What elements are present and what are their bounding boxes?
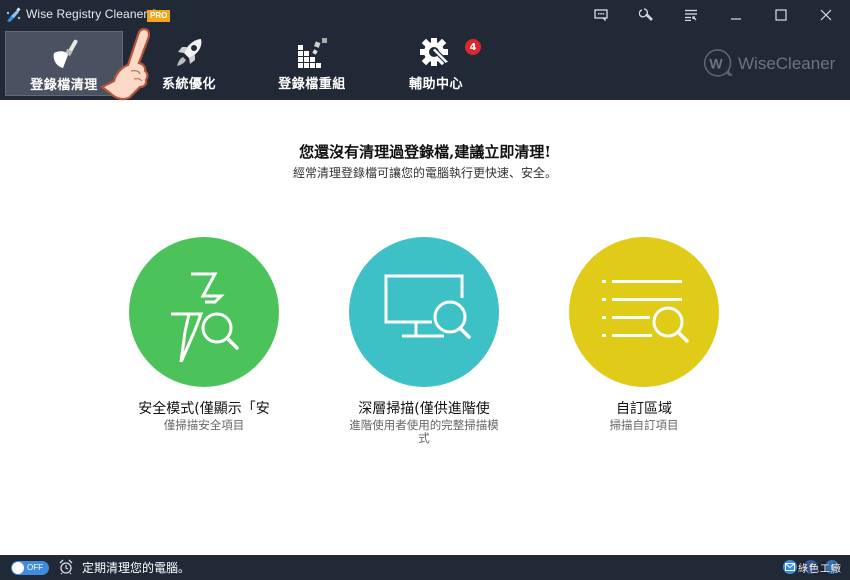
mail-icon [785,563,795,571]
option-description: 進階使用者使用的完整掃描模式 [349,418,499,445]
safe-mode-option[interactable]: 安全模式(僅顯示「安 僅掃描安全項目 [109,237,299,432]
tab-label: 登錄檔清理 [30,78,98,93]
app-logo-icon [6,7,21,22]
app-title: Wise Registry Cleaner 9 [26,7,158,21]
page-headline: 您還沒有清理過登錄檔,建議立即清理! [299,143,551,161]
option-title: 自訂區域 [616,401,672,417]
custom-area-option[interactable]: 自訂區域 掃描自訂項目 [549,237,739,432]
title-bar: Wise Registry Cleaner 9 PRO 登錄檔清理 系統優化 登… [0,0,850,100]
minimize-button[interactable] [722,3,750,27]
minimize-icon [731,18,741,20]
settings-wrench-icon [639,8,653,21]
custom-area-button[interactable] [569,237,719,387]
settings-button[interactable] [632,3,660,27]
deep-scan-button[interactable] [349,237,499,387]
watermark-text: 綠色工廠 [798,564,842,575]
tab-label: 輔助中心 [408,77,463,92]
close-button[interactable] [812,3,840,27]
menu-button[interactable] [677,3,705,27]
safe-mode-button[interactable] [129,237,279,387]
tab-registry-defrag[interactable]: 登錄檔重組 [253,31,371,96]
list-search-icon [602,280,689,343]
alarm-clock-icon [59,559,73,575]
schedule-toggle[interactable]: OFF [11,561,49,575]
page-subline: 經常清理登錄檔可讓您的電腦執行更快速、安全。 [292,166,557,180]
wisecleaner-name: WiseCleaner [738,54,836,73]
schedule-text[interactable]: 定期清理您的電腦。 [82,559,190,576]
option-title: 安全模式(僅顯示「安 [138,401,270,417]
tab-label: 登錄檔重組 [278,77,346,92]
maximize-icon [775,9,787,21]
tab-label: 系統優化 [161,77,216,92]
toggle-state: OFF [27,563,43,572]
gear-wrench-icon [420,38,450,66]
tab-registry-cleaner[interactable]: 登錄檔清理 [5,31,123,96]
rocket-icon [177,39,202,66]
pro-badge: PRO [147,10,171,22]
maximize-button[interactable] [767,3,795,27]
wisecleaner-brand[interactable]: W WiseCleaner [700,48,835,80]
menu-icon [685,9,697,21]
monitor-search-icon [384,274,471,339]
option-description: 掃描自訂項目 [609,418,679,432]
feedback-icon [594,9,608,21]
notification-badge: 4 [465,39,481,55]
wisecleaner-logo-icon: W [703,49,733,77]
lightning-search-icon [171,272,239,362]
wisecleaner-logo-letter: W [709,56,723,72]
feedback-button[interactable] [587,3,615,27]
status-bar: OFF 定期清理您的電腦。 f t 綠色工廠 [0,555,850,580]
option-title: 深層掃描(僅供進階使 [358,401,490,417]
toggle-knob [12,562,24,574]
close-icon [820,9,832,21]
tab-system-optimize[interactable]: 系統優化 [130,31,248,96]
mail-button[interactable] [783,560,797,574]
broom-icon [53,39,78,68]
deep-scan-option[interactable]: 深層掃描(僅供進階使 進階使用者使用的完整掃描模式 [329,237,519,445]
defrag-blocks-icon [298,38,327,68]
option-description: 僅掃描安全項目 [163,418,245,432]
